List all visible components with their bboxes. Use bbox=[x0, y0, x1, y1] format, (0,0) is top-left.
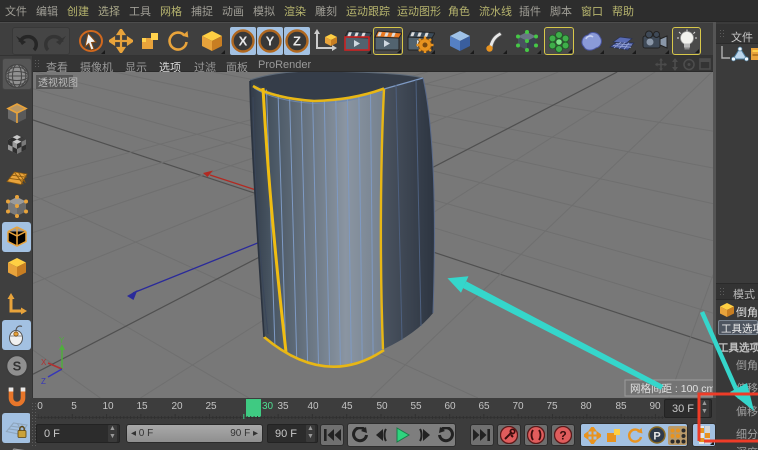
svg-text:P: P bbox=[653, 431, 660, 443]
svg-text:X: X bbox=[41, 358, 47, 367]
svg-text:透视视图: 透视视图 bbox=[38, 76, 78, 89]
svg-text:Z: Z bbox=[41, 377, 46, 386]
svg-text:X: X bbox=[239, 34, 248, 49]
svg-text:?: ? bbox=[559, 429, 566, 443]
svg-text:Y: Y bbox=[266, 34, 275, 49]
svg-text:网格间距 : 100 cm: 网格间距 : 100 cm bbox=[630, 382, 713, 395]
svg-text:Z: Z bbox=[293, 34, 301, 49]
svg-text:Y: Y bbox=[59, 336, 65, 345]
svg-text:S: S bbox=[12, 359, 21, 374]
